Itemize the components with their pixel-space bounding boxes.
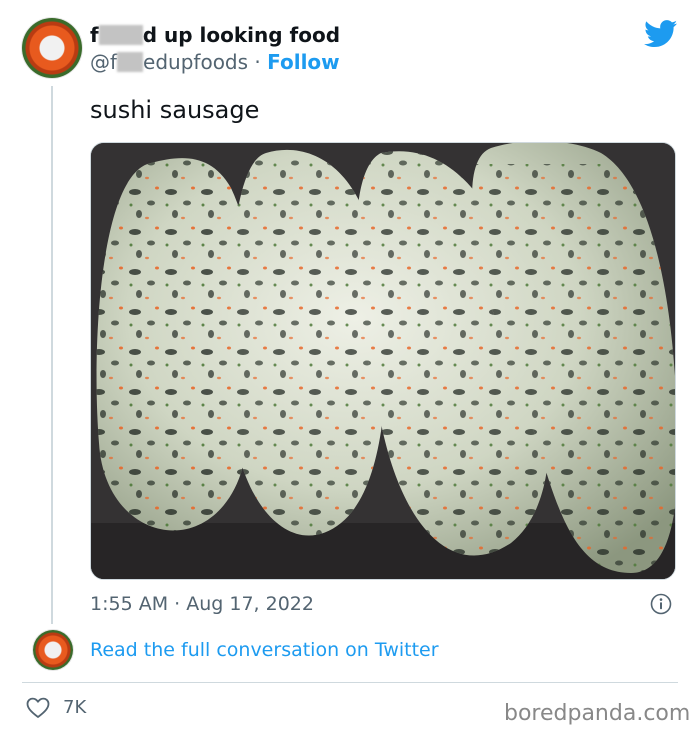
- tweet-text: sushi sausage: [90, 96, 260, 124]
- tweet-timestamp[interactable]: 1:55 AM · Aug 17, 2022: [90, 593, 314, 615]
- author-display-name[interactable]: f d up looking food: [90, 23, 340, 47]
- handle-end[interactable]: edupfoods: [143, 50, 248, 74]
- heart-icon[interactable]: [26, 697, 50, 719]
- like-count: 7K: [63, 697, 87, 718]
- read-conversation-link[interactable]: Read the full conversation on Twitter: [90, 639, 439, 661]
- separator-dot: ·: [248, 50, 268, 74]
- author-handle-row: @f edupfoods · Follow: [90, 50, 340, 74]
- reply-avatar[interactable]: [33, 630, 73, 670]
- censor-blur: [117, 52, 144, 72]
- thread-line: [51, 86, 53, 624]
- watermark: boredpanda.com: [504, 701, 691, 726]
- follow-button[interactable]: Follow: [267, 50, 340, 74]
- tweet-date: Aug 17, 2022: [186, 593, 314, 615]
- display-name-end: d up looking food: [142, 23, 341, 47]
- author-avatar[interactable]: [22, 18, 82, 78]
- tweet-photo[interactable]: [90, 142, 676, 580]
- footer-divider: [22, 682, 678, 683]
- handle-start[interactable]: @f: [90, 50, 117, 74]
- twitter-bird-icon[interactable]: [644, 20, 678, 48]
- sushi-sausage-photo: [91, 143, 675, 579]
- tweet-time: 1:55 AM: [90, 593, 169, 615]
- info-icon[interactable]: [650, 593, 672, 615]
- censor-blur: [98, 25, 143, 45]
- timestamp-separator: ·: [168, 593, 187, 615]
- display-name-start: f: [90, 23, 99, 47]
